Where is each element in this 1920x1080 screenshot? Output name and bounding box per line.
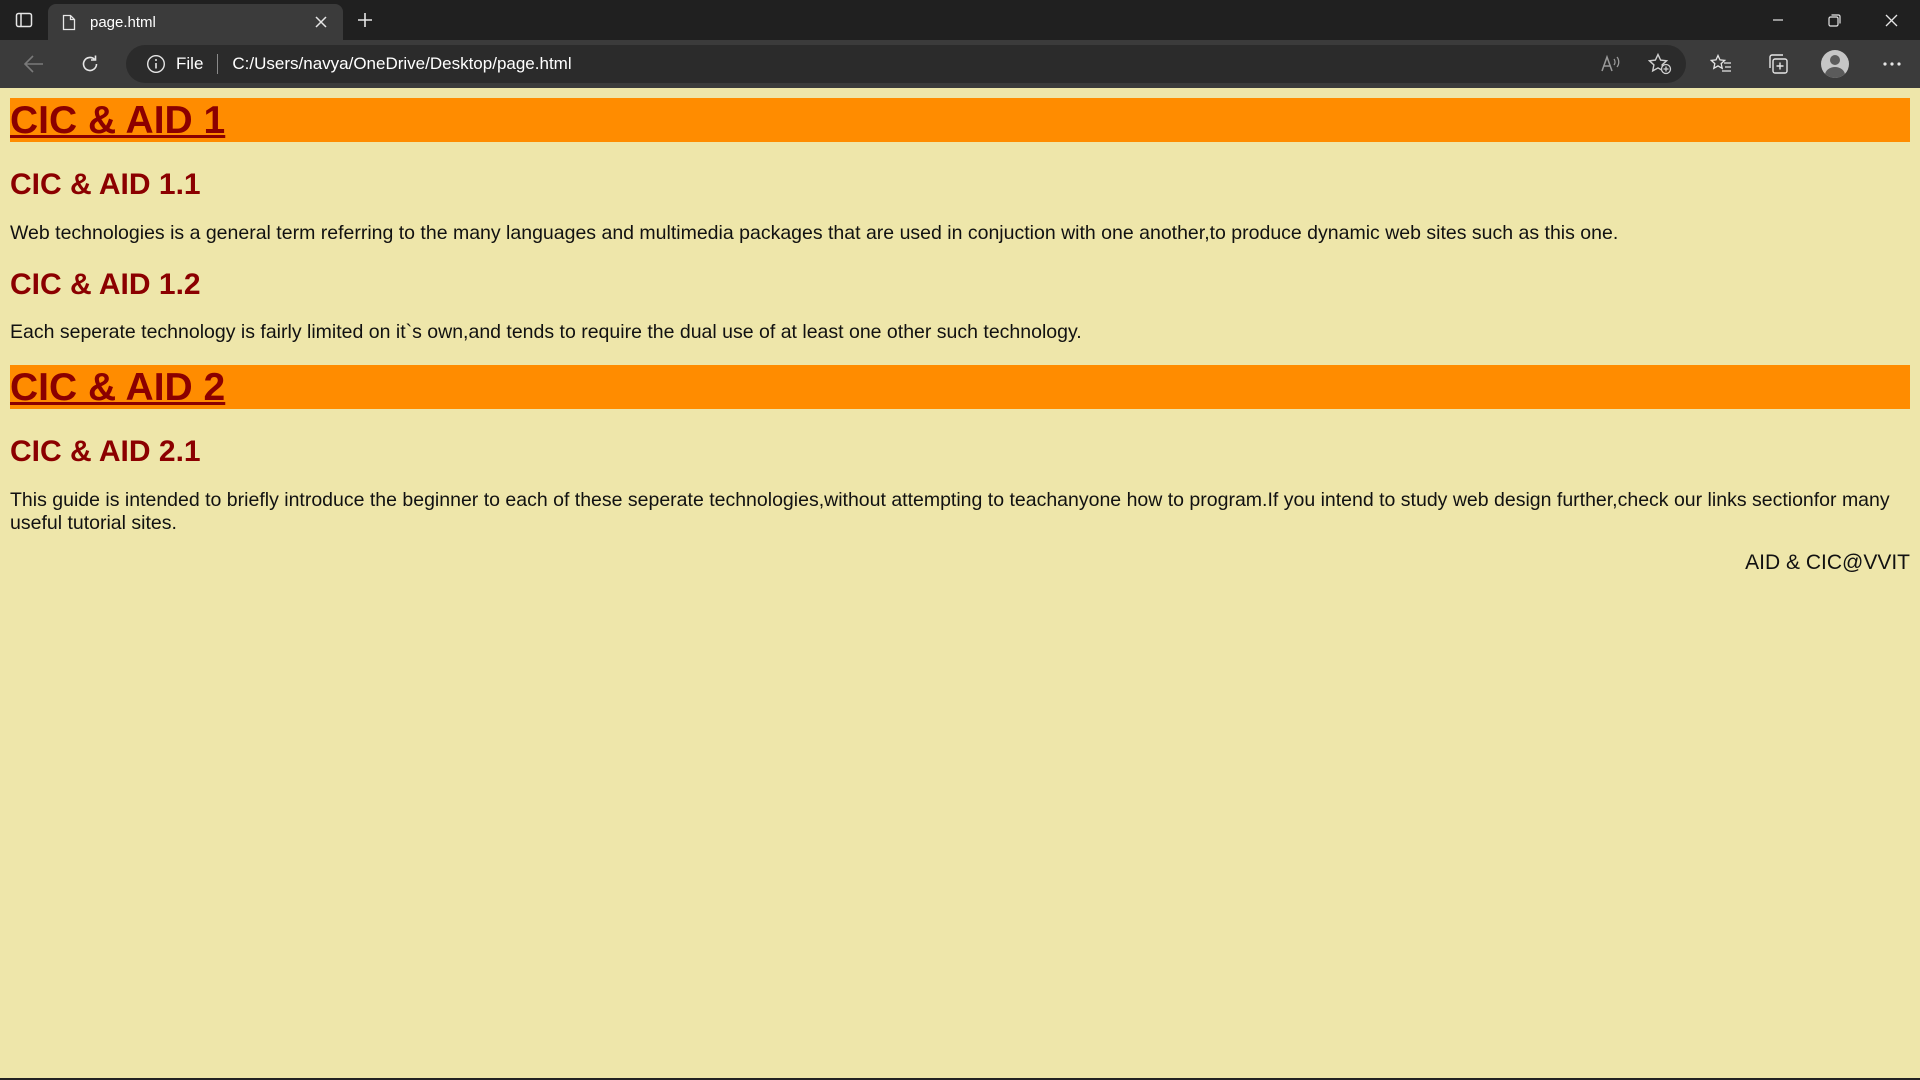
minimize-button[interactable] (1749, 0, 1806, 40)
section-2-heading-band: CIC & AID 2 (10, 365, 1910, 409)
section-2-1-heading: CIC & AID 2.1 (10, 435, 201, 468)
section-1-heading-band: CIC & AID 1 (10, 98, 1910, 142)
address-bar-icons (1600, 53, 1672, 75)
section-1-heading-link[interactable]: CIC & AID 1 (10, 101, 225, 140)
favorites-icon (1709, 54, 1731, 72)
new-tab-button[interactable] (343, 0, 387, 40)
close-icon (315, 16, 327, 28)
tab-actions-button[interactable] (0, 0, 48, 40)
more-icon (1882, 62, 1901, 66)
window-controls (1749, 0, 1920, 40)
browser-toolbar: File C:/Users/navya/OneDrive/Desktop/pag… (0, 40, 1920, 88)
read-aloud-icon[interactable] (1600, 54, 1622, 74)
restore-icon (1828, 13, 1841, 27)
tab-title: page.html (90, 13, 156, 31)
section-1-1-heading: CIC & AID 1.1 (10, 168, 201, 201)
active-tab[interactable]: page.html (48, 4, 343, 40)
close-tab-button[interactable] (309, 10, 333, 34)
collections-icon (1768, 54, 1788, 74)
tab-strip: page.html (0, 0, 1920, 40)
url-text[interactable]: C:/Users/navya/OneDrive/Desktop/page.htm… (232, 54, 1600, 74)
section-1-2-heading: CIC & AID 1.2 (10, 268, 201, 301)
restore-button[interactable] (1806, 0, 1863, 40)
more-menu-button[interactable] (1863, 44, 1920, 84)
close-icon (1885, 14, 1898, 26)
section-1-1-text: Web technologies is a general term refer… (10, 222, 1619, 244)
refresh-button[interactable] (68, 44, 112, 84)
add-favorite-icon[interactable] (1648, 53, 1672, 75)
scheme-label: File (176, 54, 204, 73)
close-window-button[interactable] (1863, 0, 1920, 40)
address-separator (217, 54, 219, 74)
profile-button[interactable] (1806, 44, 1863, 84)
refresh-icon (82, 55, 98, 72)
plus-icon (358, 13, 372, 27)
info-icon[interactable] (146, 54, 166, 74)
collections-button[interactable] (1749, 44, 1806, 84)
avatar (1820, 50, 1849, 78)
section-2-1-text: This guide is intended to briefly introd… (10, 489, 1890, 534)
back-button[interactable] (12, 44, 56, 84)
section-2-heading-link[interactable]: CIC & AID 2 (10, 368, 225, 407)
footer-credit: AID & CIC@VVIT (1745, 551, 1910, 574)
toolbar-right-group (1692, 44, 1920, 84)
address-bar[interactable]: File C:/Users/navya/OneDrive/Desktop/pag… (126, 45, 1686, 83)
page-icon (62, 14, 76, 30)
favorites-button[interactable] (1692, 44, 1749, 84)
minimize-icon (1772, 19, 1783, 21)
page-content: CIC & AID 1 CIC & AID 1.1 Web technologi… (0, 88, 1920, 1078)
section-1-2-text: Each seperate technology is fairly limit… (10, 321, 1082, 343)
back-arrow-icon (24, 55, 43, 73)
tab-actions-icon (15, 12, 33, 28)
